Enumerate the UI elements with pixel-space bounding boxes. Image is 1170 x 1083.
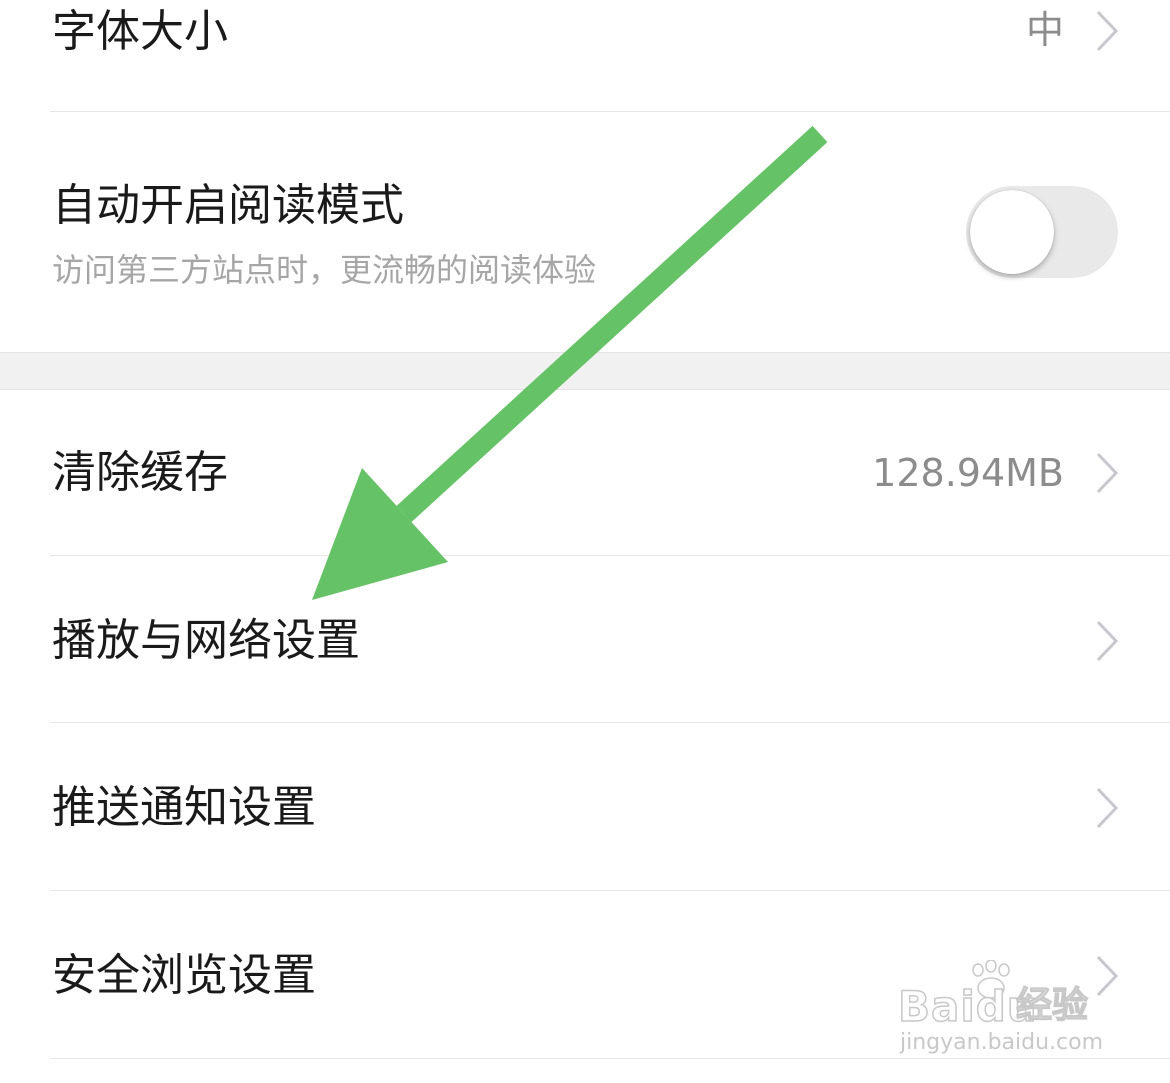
push-notification-label: 推送通知设置 bbox=[52, 782, 316, 833]
auto-reader-label: 自动开启阅读模式 bbox=[52, 180, 404, 231]
chevron-right-icon bbox=[1096, 787, 1119, 829]
auto-reader-toggle[interactable] bbox=[966, 186, 1118, 278]
playback-network-label: 播放与网络设置 bbox=[52, 615, 360, 666]
settings-page: 字体大小 中 自动开启阅读模式 访问第三方站点时，更流畅的阅读体验 清除缓存 1… bbox=[0, 0, 1170, 1083]
toggle-knob bbox=[970, 190, 1054, 274]
chevron-right-icon bbox=[1096, 452, 1119, 494]
watermark-brand-part: Bai bbox=[897, 982, 976, 1031]
cache-size-value: 128.94MB bbox=[872, 451, 1064, 495]
safe-browsing-label: 安全浏览设置 bbox=[52, 950, 316, 1001]
clear-cache-label: 清除缓存 bbox=[52, 447, 228, 498]
baidu-watermark: Baidu 经验 jingyan.baidu.com bbox=[896, 960, 1116, 1070]
playback-network-row[interactable]: 播放与网络设置 bbox=[0, 556, 1170, 723]
auto-reader-subtitle: 访问第三方站点时，更流畅的阅读体验 bbox=[52, 251, 597, 289]
clear-cache-row[interactable]: 清除缓存 128.94MB bbox=[0, 390, 1170, 556]
chevron-right-icon bbox=[1096, 10, 1119, 52]
chevron-right-icon bbox=[1096, 620, 1119, 662]
section-separator bbox=[0, 352, 1170, 390]
push-notification-row[interactable]: 推送通知设置 bbox=[0, 723, 1170, 890]
watermark-product: 经验 bbox=[1015, 985, 1089, 1026]
watermark-url: jingyan.baidu.com bbox=[900, 1030, 1104, 1055]
font-size-label: 字体大小 bbox=[52, 6, 228, 57]
font-size-row[interactable]: 字体大小 中 bbox=[0, 0, 1170, 112]
font-size-value: 中 bbox=[1025, 8, 1064, 52]
